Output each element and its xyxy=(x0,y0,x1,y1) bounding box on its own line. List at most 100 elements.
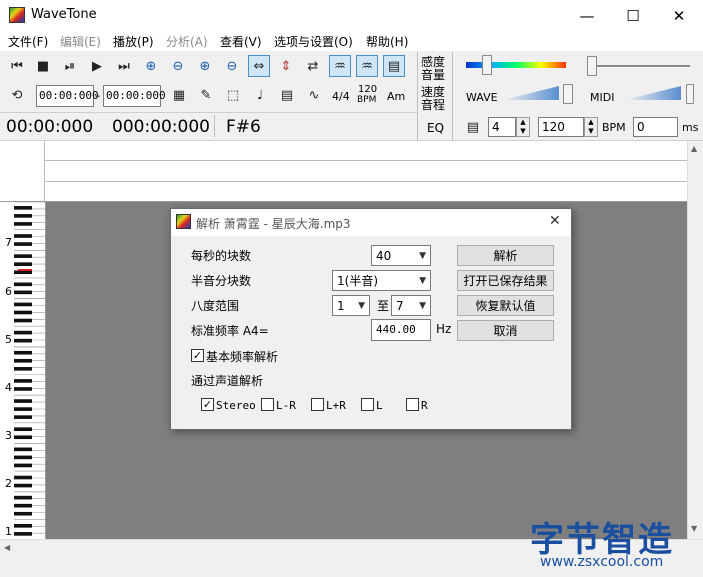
piano-black-key[interactable] xyxy=(14,282,32,287)
menu-options[interactable]: 选项与设置(O) xyxy=(274,33,353,50)
piano-black-key[interactable] xyxy=(14,503,32,508)
beat-input[interactable]: 4 xyxy=(488,117,516,137)
piano-black-key[interactable] xyxy=(14,330,32,335)
piano-black-key[interactable] xyxy=(14,222,32,226)
piano-black-key[interactable] xyxy=(14,290,32,295)
end-time-field[interactable]: 00:00:000 xyxy=(103,85,166,107)
close-button[interactable]: ✕ xyxy=(656,0,702,31)
wave-stereo-icon[interactable]: ♒ xyxy=(329,55,351,77)
fast-forward-icon[interactable]: ⏭ xyxy=(113,55,135,77)
piano-black-key[interactable] xyxy=(14,358,32,363)
channel-stereo-checkbox[interactable]: ✓ xyxy=(201,398,214,411)
scroll-left-icon[interactable]: ◀ xyxy=(4,543,10,552)
start-time-field[interactable]: 00:00:000 xyxy=(36,85,99,107)
curve-icon[interactable]: ∿ xyxy=(303,84,325,106)
volume-slider[interactable] xyxy=(587,56,597,76)
scroll-down-icon[interactable]: ▼ xyxy=(691,524,697,533)
piano-black-key[interactable] xyxy=(14,435,32,440)
rewind-icon[interactable]: ⏮ xyxy=(6,55,28,77)
piano-black-key[interactable] xyxy=(14,318,32,323)
piano-black-key[interactable] xyxy=(14,511,32,516)
piano-black-key[interactable] xyxy=(14,524,32,528)
scroll-up-icon[interactable]: ▲ xyxy=(691,144,697,153)
piano-black-key[interactable] xyxy=(14,495,32,500)
freq-input[interactable]: 440.00 xyxy=(371,319,431,341)
piano-black-key[interactable] xyxy=(14,427,32,432)
analyze-button[interactable]: 解析 xyxy=(457,245,554,266)
piano-black-key[interactable] xyxy=(14,455,32,460)
piano-black-key[interactable] xyxy=(14,463,32,468)
layout-icon[interactable]: ▦ xyxy=(168,84,190,106)
bpm-input[interactable]: 120 xyxy=(538,117,584,137)
sensitivity-slider[interactable] xyxy=(482,55,492,75)
timeline-ruler[interactable] xyxy=(0,141,703,202)
menu-analyze[interactable]: 分析(A) xyxy=(166,33,208,50)
wave-slider[interactable] xyxy=(563,84,573,104)
beat-spinner[interactable]: ▲ ▼ xyxy=(516,117,530,137)
menu-help[interactable]: 帮助(H) xyxy=(366,33,408,50)
octave-to-select[interactable]: 7 ▼ xyxy=(391,295,431,316)
piano-black-key[interactable] xyxy=(14,475,32,480)
minimize-button[interactable]: — xyxy=(564,0,610,31)
key-label[interactable]: Am xyxy=(387,90,405,103)
menu-play[interactable]: 播放(P) xyxy=(113,33,154,50)
piano-black-key[interactable] xyxy=(14,447,32,452)
note-icon[interactable]: ♩ xyxy=(249,84,271,106)
reset-defaults-button[interactable]: 恢复默认值 xyxy=(457,295,554,316)
piano-black-key[interactable] xyxy=(14,242,32,246)
fit-h-icon[interactable]: ⇔ xyxy=(248,55,270,77)
loop-icon[interactable]: ⟲ xyxy=(6,84,28,106)
semitone-select[interactable]: 1(半音) ▼ xyxy=(332,270,431,291)
piano-black-key[interactable] xyxy=(14,399,32,403)
play-icon[interactable]: ▶ xyxy=(86,55,108,77)
fit-v-icon[interactable]: ⇕ xyxy=(275,55,297,77)
piano-black-key[interactable] xyxy=(14,310,32,315)
zoom-in-h-icon[interactable]: ⊕ xyxy=(140,55,162,77)
piano-black-key[interactable] xyxy=(14,214,32,218)
wave-mono-icon[interactable]: ♒ xyxy=(356,55,378,77)
base-freq-label[interactable]: 基本频率解析 xyxy=(206,348,278,365)
piano-black-key[interactable] xyxy=(14,338,32,343)
menu-file[interactable]: 文件(F) xyxy=(8,33,48,50)
offset-ms-input[interactable]: 0 xyxy=(633,117,678,137)
pencil-icon[interactable]: ✎ xyxy=(195,84,217,106)
channel-lr-sum-checkbox[interactable] xyxy=(311,398,324,411)
piano-black-key[interactable] xyxy=(14,206,32,210)
piano-black-key[interactable] xyxy=(14,407,32,411)
channel-lr-diff-label[interactable]: L-R xyxy=(276,399,296,412)
menu-view[interactable]: 查看(V) xyxy=(220,33,262,50)
piano-black-key[interactable] xyxy=(14,262,32,266)
piano-black-key[interactable] xyxy=(14,415,32,419)
bpm-spinner[interactable]: ▲ ▼ xyxy=(584,117,598,137)
piano-black-key[interactable] xyxy=(14,379,32,383)
channel-lr-diff-checkbox[interactable] xyxy=(261,398,274,411)
cancel-button[interactable]: 取消 xyxy=(457,320,554,341)
channel-stereo-label[interactable]: Stereo xyxy=(216,399,256,412)
piano-black-key[interactable] xyxy=(14,234,32,238)
meter-label[interactable]: 4/4 xyxy=(332,90,350,103)
piano-black-key[interactable] xyxy=(14,532,32,536)
book-icon[interactable]: ▤ xyxy=(383,55,405,77)
zoom-in-v-icon[interactable]: ⊕ xyxy=(194,55,216,77)
swap-icon[interactable]: ⇄ xyxy=(302,55,324,77)
zoom-out-v-icon[interactable]: ⊖ xyxy=(221,55,243,77)
zoom-out-h-icon[interactable]: ⊖ xyxy=(167,55,189,77)
vertical-scrollbar[interactable]: ▲ ▼ xyxy=(687,141,703,539)
piano-black-key[interactable] xyxy=(14,367,32,371)
blocks-select[interactable]: 40 ▼ xyxy=(371,245,431,266)
dialog-close-button[interactable]: ✕ xyxy=(549,213,561,229)
channel-l-label[interactable]: L xyxy=(376,399,383,412)
piano-black-key[interactable] xyxy=(14,254,32,258)
octave-from-select[interactable]: 1 ▼ xyxy=(332,295,370,316)
base-freq-checkbox[interactable]: ✓ xyxy=(191,349,204,362)
piano-black-key[interactable] xyxy=(14,302,32,307)
piano-black-key[interactable] xyxy=(14,483,32,488)
open-saved-button[interactable]: 打开已保存结果 xyxy=(457,270,554,291)
grid-icon[interactable]: ▤ xyxy=(276,84,298,106)
eq-label[interactable]: EQ xyxy=(427,121,444,135)
bpm-icon-value[interactable]: 120 xyxy=(358,84,377,95)
menu-edit[interactable]: 编辑(E) xyxy=(60,33,101,50)
channel-l-checkbox[interactable] xyxy=(361,398,374,411)
piano-black-key[interactable] xyxy=(14,350,32,355)
stop-icon[interactable]: ■ xyxy=(32,55,54,77)
